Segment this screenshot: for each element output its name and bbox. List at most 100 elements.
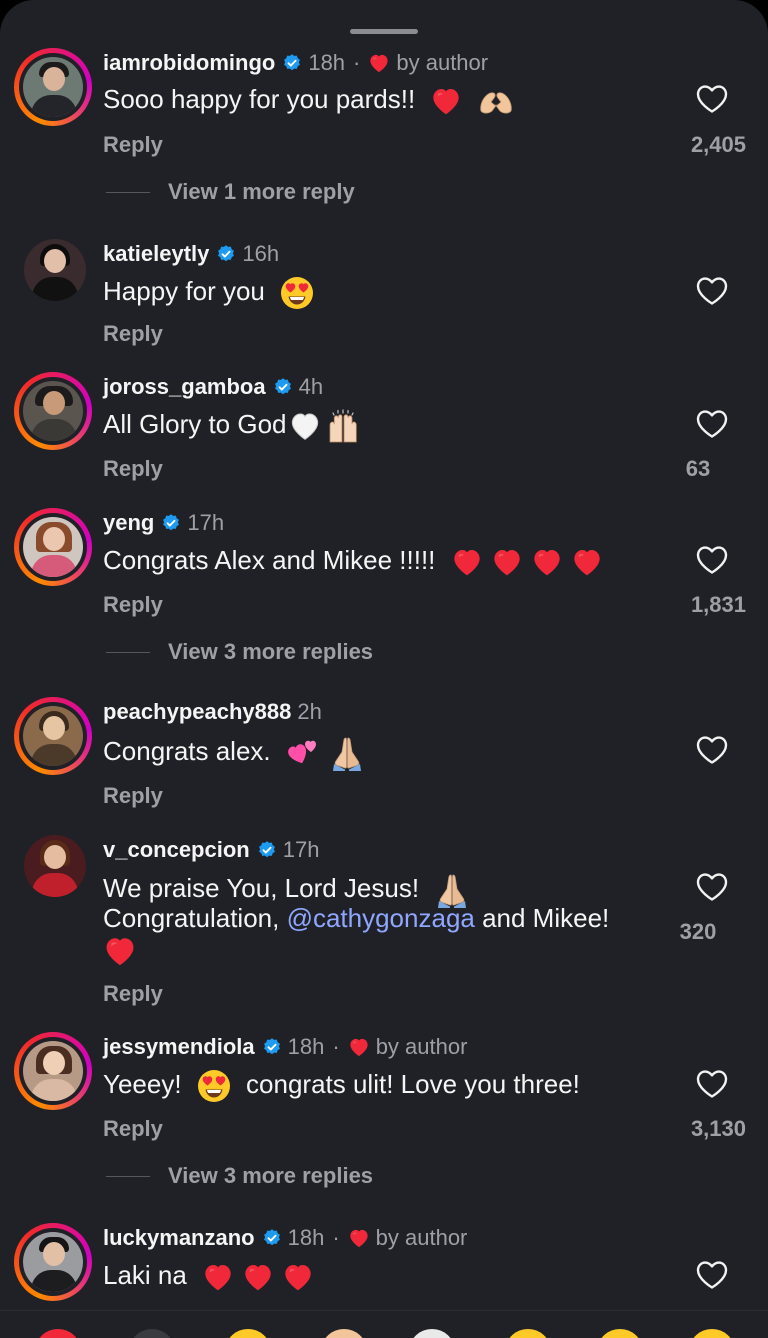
- username[interactable]: v_concepcion: [103, 837, 250, 863]
- username[interactable]: iamrobidomingo: [103, 50, 275, 76]
- red-heart-emoji: [202, 1262, 234, 1292]
- comment-body: Congrats Alex and Mikee !!!!!: [103, 545, 436, 575]
- timestamp: 17h: [187, 510, 225, 535]
- clapping-emoji-reaction[interactable]: [322, 1329, 366, 1338]
- comment-body-line: and Mikee!: [474, 903, 610, 933]
- heart-outline-icon[interactable]: [695, 735, 729, 765]
- heart-outline-icon[interactable]: [695, 545, 729, 575]
- verified-badge-icon: [282, 53, 302, 73]
- comment-body: Congrats alex.: [103, 735, 271, 766]
- heart-outline-icon[interactable]: [695, 409, 729, 439]
- timestamp: 17h: [282, 837, 320, 862]
- like-count: 1,831: [690, 592, 746, 617]
- verified-badge-icon: [216, 244, 236, 264]
- heart-outline-icon[interactable]: [695, 872, 729, 902]
- comment-text: Happy for you: [103, 276, 314, 310]
- timestamp: 2h: [297, 699, 322, 724]
- comment-header: jessymendiola 18h · by author: [103, 1032, 467, 1062]
- reply-button[interactable]: Reply: [103, 981, 163, 1007]
- view-more-replies-button[interactable]: View 3 more replies: [106, 1163, 373, 1189]
- reply-button[interactable]: Reply: [103, 592, 163, 618]
- username[interactable]: peachypeachy888: [103, 699, 291, 725]
- avatar[interactable]: [14, 48, 92, 126]
- comment-body: Yeeey!: [103, 1069, 182, 1099]
- divider: [106, 1175, 150, 1177]
- white-heart-emoji: [289, 411, 321, 441]
- mention-link[interactable]: @cathygonzaga: [287, 903, 475, 933]
- comment-body: Sooo happy for you pards!!: [103, 84, 416, 114]
- avatar[interactable]: [14, 1223, 92, 1301]
- red-heart-emoji-reaction[interactable]: [36, 1329, 80, 1338]
- avatar[interactable]: [14, 1032, 92, 1110]
- reply-button[interactable]: Reply: [103, 1116, 163, 1142]
- liked-by-author-heart-icon: [348, 1037, 370, 1057]
- separator: ·: [332, 1225, 340, 1250]
- liked-by-author-heart-icon: [368, 53, 390, 73]
- red-heart-emoji: [491, 547, 523, 577]
- username[interactable]: luckymanzano: [103, 1225, 255, 1251]
- by-author-label: by author: [375, 1225, 468, 1250]
- comment-header: iamrobidomingo 18h · by author: [103, 48, 488, 78]
- verified-badge-icon: [262, 1037, 282, 1057]
- timestamp: 18h: [287, 1225, 325, 1250]
- view-more-replies-label: View 3 more replies: [168, 1163, 374, 1188]
- avatar[interactable]: [14, 697, 92, 775]
- surprised-emoji-reaction[interactable]: [598, 1329, 642, 1338]
- avatar[interactable]: [24, 239, 86, 301]
- comments-sheet: iamrobidomingo 18h · by author Sooo happ…: [0, 0, 768, 1338]
- avatar[interactable]: [14, 372, 92, 450]
- avatar[interactable]: [14, 508, 92, 586]
- comment-text: Congratulation, @cathygonzaga and Mikee!: [103, 903, 609, 934]
- red-heart-emoji: [531, 547, 563, 577]
- heart-hands-emoji: [478, 87, 514, 115]
- folded-hands-emoji: [329, 735, 365, 771]
- reply-button[interactable]: Reply: [103, 456, 163, 482]
- comment-text: Laki na: [103, 1260, 314, 1292]
- divider: [106, 651, 150, 653]
- comment-header: peachypeachy888 2h: [103, 697, 322, 727]
- comment-text: All Glory to God: [103, 409, 361, 443]
- heart-eyes-emoji-reaction[interactable]: [506, 1329, 550, 1338]
- red-heart-emoji: [103, 935, 137, 967]
- username[interactable]: yeng: [103, 510, 154, 536]
- quick-reaction-bar: [0, 1310, 768, 1338]
- comment-text: [103, 934, 137, 967]
- two-hearts-emoji: [286, 738, 320, 768]
- liked-by-author-heart-icon: [348, 1228, 370, 1248]
- comment-body: congrats ulit! Love you three!: [246, 1069, 580, 1099]
- heart-outline-icon[interactable]: [695, 276, 729, 306]
- verified-badge-icon: [273, 377, 293, 397]
- comment-text: Congrats alex.: [103, 735, 365, 771]
- reply-button[interactable]: Reply: [103, 783, 163, 809]
- fire-emoji-reaction[interactable]: [226, 1329, 270, 1338]
- username[interactable]: jessymendiola: [103, 1034, 255, 1060]
- heart-outline-icon[interactable]: [695, 1260, 729, 1290]
- view-more-replies-button[interactable]: View 3 more replies: [106, 639, 373, 665]
- view-more-replies-button[interactable]: View 1 more reply: [106, 179, 355, 205]
- username[interactable]: katieleytly: [103, 241, 209, 267]
- timestamp: 18h: [308, 50, 346, 75]
- raised-hands-emoji: [325, 409, 361, 443]
- reply-button[interactable]: Reply: [103, 132, 163, 158]
- comment-text: Sooo happy for you pards!!: [103, 84, 514, 116]
- heart-outline-icon[interactable]: [695, 84, 729, 114]
- comment-body: All Glory to God: [103, 409, 287, 439]
- timestamp: 16h: [242, 241, 280, 266]
- by-author-label: by author: [396, 50, 489, 75]
- like-count: 2,405: [690, 132, 746, 157]
- crying-emoji-reaction[interactable]: [410, 1329, 454, 1338]
- raised-hands-emoji-reaction[interactable]: [130, 1329, 174, 1338]
- heart-outline-icon[interactable]: [695, 1069, 729, 1099]
- sheet-drag-handle[interactable]: [350, 29, 418, 34]
- laughing-emoji-reaction[interactable]: [690, 1329, 734, 1338]
- reply-button[interactable]: Reply: [103, 321, 163, 347]
- timestamp: 18h: [287, 1034, 325, 1059]
- username[interactable]: joross_gamboa: [103, 374, 266, 400]
- comment-body-line: We praise You, Lord Jesus!: [103, 872, 420, 903]
- comment-text: Congrats Alex and Mikee !!!!!: [103, 545, 603, 577]
- comment-header: katieleytly 16h: [103, 239, 279, 269]
- avatar[interactable]: [24, 835, 86, 897]
- verified-badge-icon: [257, 840, 277, 860]
- view-more-replies-label: View 1 more reply: [168, 179, 355, 204]
- heart-eyes-emoji: [280, 276, 314, 310]
